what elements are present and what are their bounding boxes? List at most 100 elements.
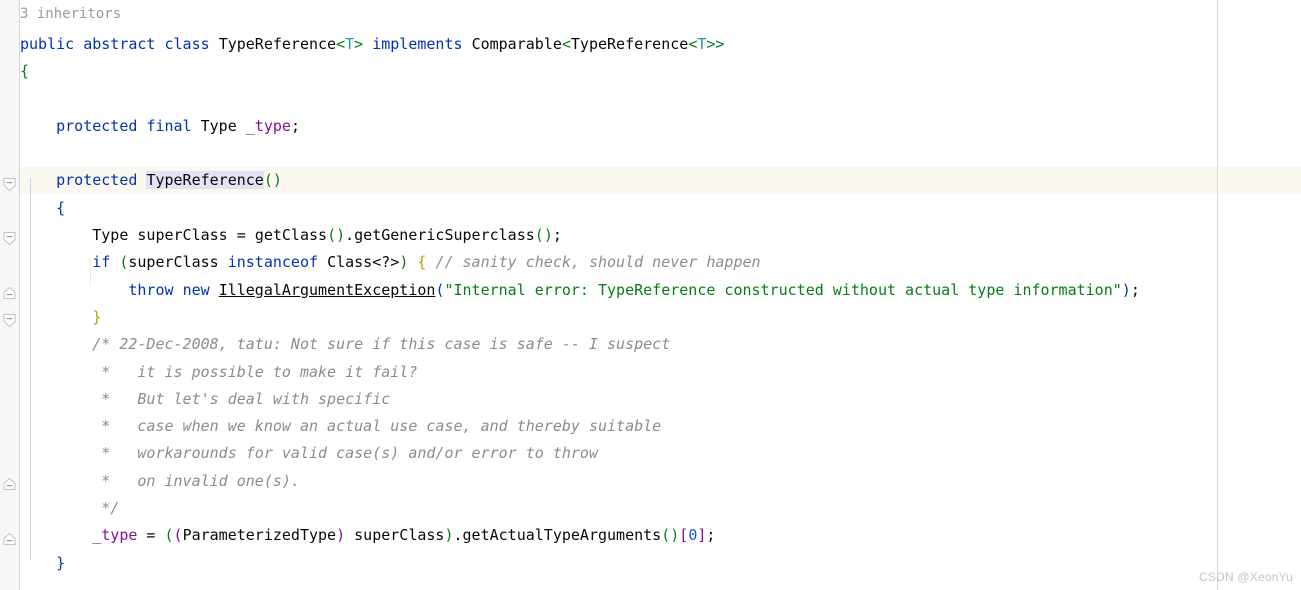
code-token: throw xyxy=(128,280,174,299)
code-token: { xyxy=(56,198,66,217)
code-token: ( xyxy=(661,526,671,545)
code-token: Comparable xyxy=(471,35,562,53)
code-token: { xyxy=(20,62,30,81)
code-token: ( xyxy=(263,171,273,190)
fold-toggle-icon[interactable] xyxy=(3,178,16,191)
fold-toggle-icon[interactable] xyxy=(3,478,16,491)
code-line[interactable]: /* 22-Dec-2008, tatu: Not sure if this c… xyxy=(20,331,1301,358)
code-token: ) xyxy=(336,226,346,245)
code-text-area[interactable]: public abstract class TypeReference<T> i… xyxy=(20,0,1301,590)
code-token: IllegalArgumentException xyxy=(218,280,436,299)
code-token: ) xyxy=(543,226,553,245)
code-line[interactable]: * case when we know an actual use case, … xyxy=(20,413,1301,440)
code-token: ) xyxy=(336,526,346,545)
code-token: > xyxy=(354,35,364,53)
code-token: protected xyxy=(56,116,138,135)
code-line[interactable]: { xyxy=(20,58,1301,85)
code-line[interactable] xyxy=(20,140,1301,167)
code-token: ) xyxy=(399,253,409,272)
code-token: superClass = xyxy=(128,226,255,245)
code-editor[interactable]: 3 inheritors public abstract class TypeR… xyxy=(0,0,1301,590)
code-token: ; xyxy=(290,116,300,135)
code-token: abstract xyxy=(83,35,156,53)
code-token: ; xyxy=(552,226,562,245)
code-token: * case when we know an actual use case, … xyxy=(101,417,662,436)
code-line[interactable]: public abstract class TypeReference<T> i… xyxy=(20,31,1301,58)
fold-toggle-icon[interactable] xyxy=(3,533,16,546)
code-line[interactable] xyxy=(20,86,1301,113)
code-token: [ xyxy=(679,526,689,545)
code-line[interactable]: { xyxy=(20,195,1301,222)
code-line[interactable]: if (superClass instanceof Class<?>) { //… xyxy=(20,249,1301,276)
fold-toggle-icon[interactable] xyxy=(3,287,16,300)
fold-toggle-icon[interactable] xyxy=(3,232,16,245)
code-token: ( xyxy=(164,526,174,545)
code-line[interactable]: throw new IllegalArgumentException("Inte… xyxy=(20,277,1301,304)
code-token: _type xyxy=(92,526,138,545)
code-token: } xyxy=(56,553,66,572)
code-line[interactable]: * it is possible to make it fail? xyxy=(20,359,1301,386)
code-line[interactable]: _type = ((ParameterizedType) superClass)… xyxy=(20,522,1301,549)
code-token: * on invalid one(s). xyxy=(101,471,300,490)
code-line[interactable]: * on invalid one(s). xyxy=(20,468,1301,495)
code-line[interactable]: } xyxy=(20,550,1301,577)
code-token: Type xyxy=(200,116,237,135)
code-token: = xyxy=(137,526,165,545)
code-token: */ xyxy=(101,499,120,518)
code-token: if xyxy=(92,253,111,272)
code-token: ; xyxy=(706,526,716,545)
code-token: // sanity check, should never happen xyxy=(435,253,761,272)
code-token: ) xyxy=(272,171,282,190)
code-token: .getGenericSuperclass xyxy=(345,226,535,245)
code-token: superClass xyxy=(345,526,445,545)
code-token: ) xyxy=(1121,280,1131,299)
code-token: "Internal error: TypeReference construct… xyxy=(444,280,1122,299)
fold-toggle-icon[interactable] xyxy=(3,314,16,327)
code-line[interactable]: * workarounds for valid case(s) and/or e… xyxy=(20,440,1301,467)
code-token: class xyxy=(164,35,210,53)
code-token: * But let's deal with specific xyxy=(101,389,391,408)
code-token: TypeReference xyxy=(570,35,689,53)
code-token: implements xyxy=(372,35,463,53)
code-line[interactable]: protected final Type _type; xyxy=(20,113,1301,140)
code-token: } xyxy=(92,307,102,326)
code-token: * it is possible to make it fail? xyxy=(101,362,418,381)
code-token: .getActualTypeArguments xyxy=(453,526,662,545)
code-token: public xyxy=(20,35,75,53)
code-token: > xyxy=(715,35,725,53)
code-line[interactable]: } xyxy=(20,304,1301,331)
code-token: 0 xyxy=(688,526,698,545)
code-token: ( xyxy=(327,226,337,245)
code-token: protected xyxy=(56,171,138,190)
code-token: new xyxy=(182,280,210,299)
code-token: ; xyxy=(1130,280,1140,299)
code-token: < xyxy=(336,35,346,53)
code-token: _type xyxy=(245,116,291,135)
code-line[interactable]: */ xyxy=(20,495,1301,522)
code-token: ( xyxy=(173,526,183,545)
code-line[interactable]: protected TypeReference() xyxy=(20,167,1301,194)
code-line[interactable]: * But let's deal with specific xyxy=(20,386,1301,413)
code-token: Class xyxy=(327,253,373,272)
code-line[interactable]: Type superClass = getClass().getGenericS… xyxy=(20,222,1301,249)
code-token: instanceof xyxy=(227,253,319,272)
code-token: <?> xyxy=(372,253,400,272)
